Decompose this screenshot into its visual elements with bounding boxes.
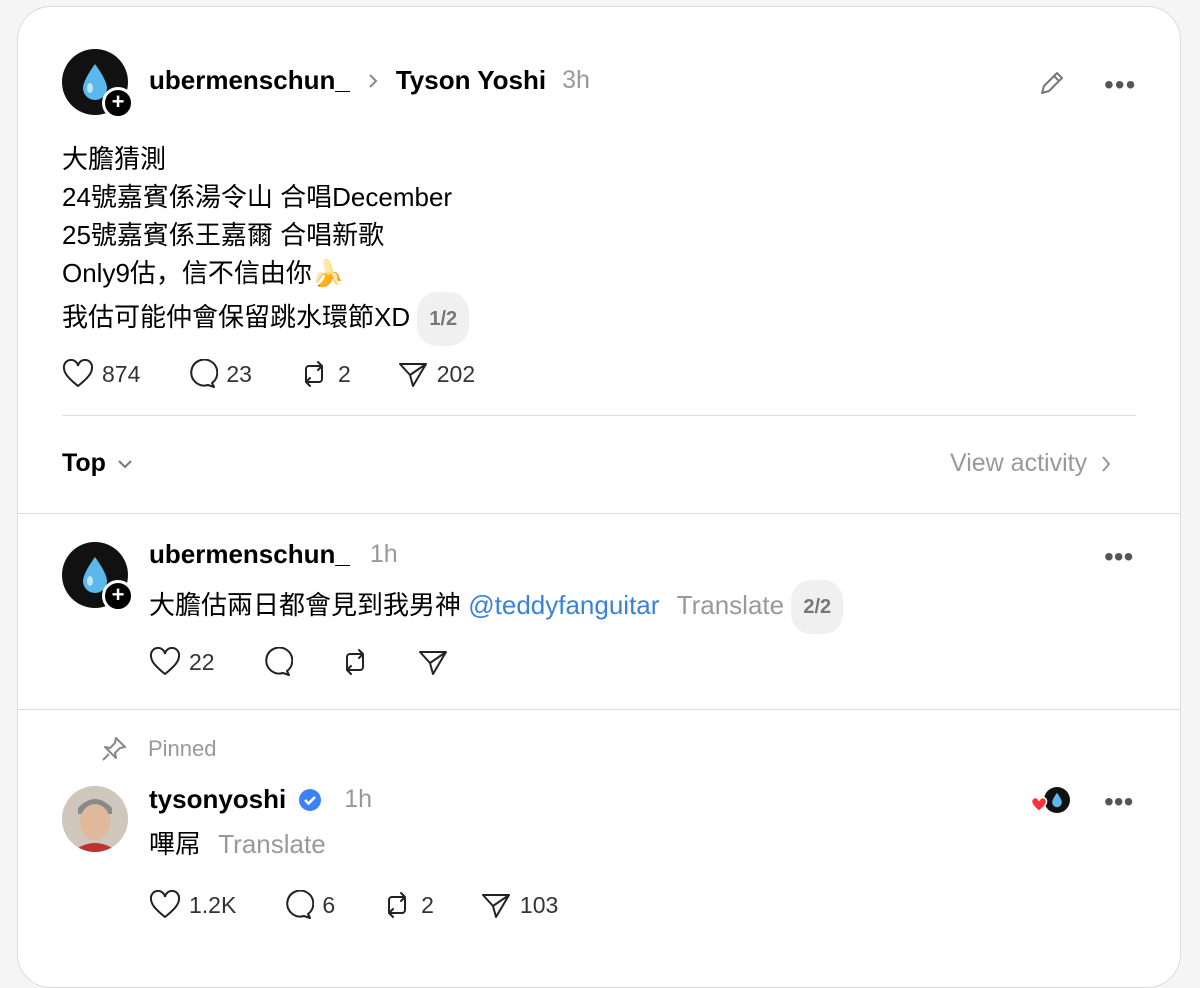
reply-time: 1h [369,540,398,568]
mention-link[interactable]: @teddyfanguitar [468,590,659,620]
follow-plus-icon[interactable]: + [102,87,134,119]
pin-icon [102,737,126,761]
heart-icon [149,647,181,676]
chevron-down-icon [118,459,132,468]
sort-dropdown[interactable]: Top [62,449,134,478]
like-button[interactable]: 22 [149,647,215,677]
more-options-icon[interactable]: ••• [1104,541,1133,573]
edit-pencil-icon[interactable] [1036,67,1068,99]
share-count: 103 [519,891,559,918]
sort-label: Top [62,449,106,477]
thread-counter-badge: 1/2 [417,292,470,346]
like-button[interactable]: 874 [62,359,140,389]
chevron-right-icon [369,73,378,88]
send-icon [481,894,510,918]
post-time: 3h [562,66,590,94]
repost-count: 2 [421,891,434,918]
follow-plus-icon[interactable]: + [102,580,134,612]
translate-link[interactable]: Translate [677,590,784,620]
share-button[interactable]: 202 [397,359,475,389]
more-options-icon[interactable]: ••• [1104,786,1133,818]
share-button[interactable]: 103 [480,890,558,920]
repost-icon[interactable] [339,647,371,677]
repost-icon [388,892,407,918]
comment-count: 6 [322,891,336,918]
like-count: 22 [189,648,215,675]
pinned-label: Pinned [148,736,217,761]
verified-badge-icon [299,788,322,811]
divider [62,415,1136,416]
post-body: 大膽猜測 24號嘉賓係湯令山 合唱December 25號嘉賓係王嘉爾 合唱新歌… [62,140,962,346]
heart-icon [62,359,94,388]
translate-link[interactable]: Translate [218,829,325,859]
send-icon [398,363,427,387]
like-count: 1.2K [189,891,237,918]
reply-avatar[interactable]: + [62,542,134,612]
pinned-author[interactable]: tysonyoshi [149,784,286,815]
water-drop-icon [1052,792,1062,808]
more-options-icon[interactable]: ••• [1104,69,1136,101]
comment-button[interactable]: 6 [282,890,335,920]
reply-text: 大膽估兩日都會見到我男神 [149,589,462,620]
like-count: 874 [102,360,141,387]
comment-count: 23 [226,360,252,387]
heart-filled-icon [1030,797,1048,813]
liked-by-author-indicator [1030,787,1072,817]
comment-bubble-icon [190,359,219,388]
post-line: Only9估，信不信由你🍌 [62,258,345,288]
heart-icon [149,890,181,919]
profile-photo [62,786,128,852]
pinned-text: 嗶屌 [149,829,202,859]
thread-counter-badge: 2/2 [791,580,844,634]
comment-button[interactable]: 23 [186,359,252,389]
thread-card: + ubermenschun_ Tyson Yoshi 3h ••• 大膽猜測 … [17,6,1181,988]
post-line: 我估可能仲會保留跳水環節XD [62,301,411,332]
like-button[interactable]: 1.2K [149,890,236,920]
repost-button[interactable]: 2 [298,359,351,389]
repost-button[interactable]: 2 [381,890,434,920]
post-avatar[interactable]: + [62,49,134,119]
repost-icon [304,361,323,387]
chevron-right-icon [1102,455,1111,472]
divider [18,709,1180,710]
view-activity-label: View activity [950,449,1088,477]
pinned-avatar[interactable] [62,786,128,852]
comment-bubble-icon [286,890,315,919]
reply-author[interactable]: ubermenschun_ [149,539,350,570]
pinned-time: 1h [344,785,373,813]
view-activity-link[interactable]: View activity [950,449,1115,478]
divider [18,513,1180,514]
post-line: 大膽猜測 [62,144,167,174]
post-line: 25號嘉賓係王嘉爾 合唱新歌 [62,220,385,250]
share-count: 202 [436,360,476,387]
reply-to-user[interactable]: Tyson Yoshi [396,65,546,96]
post-author[interactable]: ubermenschun_ [149,65,350,96]
comment-bubble-icon[interactable] [261,647,293,677]
post-line: 24號嘉賓係湯令山 合唱December [62,182,453,212]
send-icon[interactable] [417,647,449,677]
repost-count: 2 [337,360,351,387]
